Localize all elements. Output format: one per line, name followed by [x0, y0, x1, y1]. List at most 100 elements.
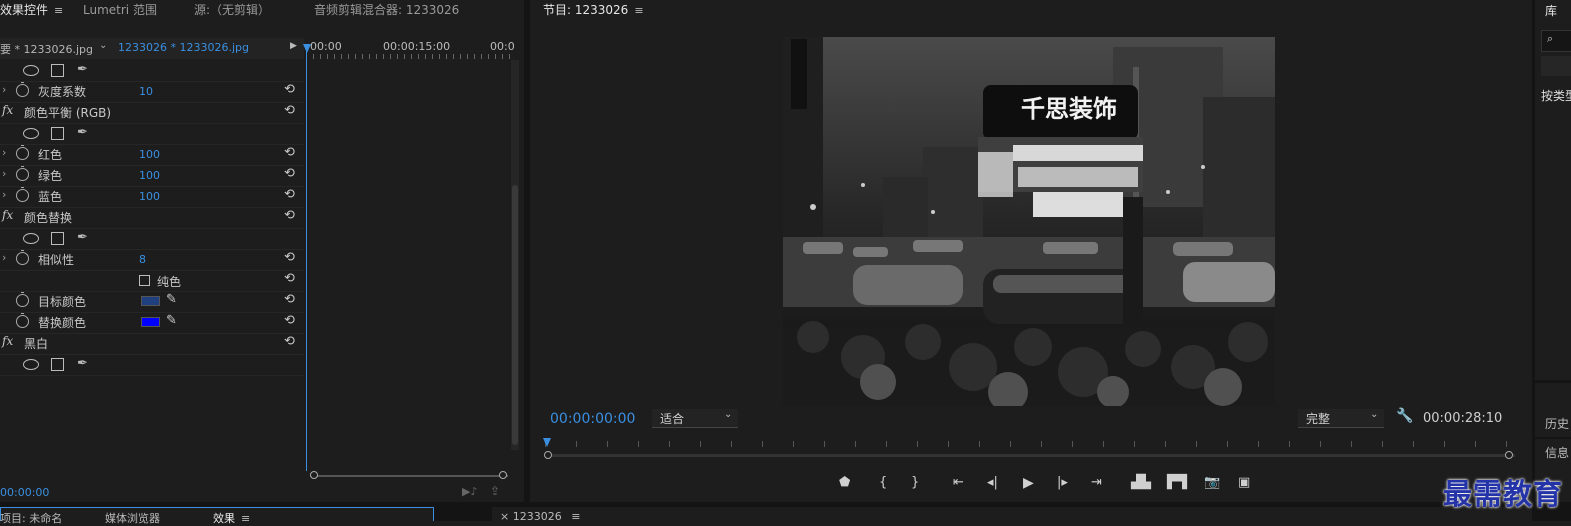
rectangle-mask-icon[interactable]	[51, 127, 64, 140]
stopwatch-icon[interactable]	[16, 145, 29, 160]
ellipse-mask-icon[interactable]	[23, 65, 39, 76]
gray-coefficient-value[interactable]: 10	[139, 85, 153, 98]
chevron-right-icon[interactable]: ›	[2, 188, 12, 201]
stopwatch-icon[interactable]	[16, 313, 29, 328]
search-field[interactable]: ⌕	[1541, 30, 1571, 52]
fx-icon[interactable]: fx	[2, 103, 13, 117]
video-frame[interactable]: 千思装饰	[783, 37, 1275, 406]
stopwatch-icon[interactable]	[16, 82, 29, 97]
playhead-timecode[interactable]: 00:00:00:00	[550, 411, 635, 427]
chevron-right-icon[interactable]: ›	[2, 146, 12, 159]
chevron-right-icon[interactable]: ›	[2, 167, 12, 180]
tab-effects[interactable]: 效果 ≡	[213, 510, 250, 526]
rectangle-mask-icon[interactable]	[51, 232, 64, 245]
add-marker-icon[interactable]: ⬟	[839, 474, 850, 492]
extract-icon[interactable]: ▛▜	[1167, 474, 1187, 492]
tab-audio-clip-mixer[interactable]: 音频剪辑混合器: 1233026	[314, 0, 459, 22]
tab-media-browser[interactable]: 媒体浏览器	[105, 510, 160, 526]
playhead[interactable]	[306, 44, 307, 471]
horizontal-zoom-scrollbar[interactable]	[310, 471, 508, 481]
stopwatch-icon[interactable]	[16, 187, 29, 202]
chevron-right-icon[interactable]: ›	[2, 251, 12, 264]
solid-color-checkbox[interactable]	[139, 275, 150, 286]
rectangle-mask-icon[interactable]	[51, 358, 64, 371]
stopwatch-icon[interactable]	[16, 292, 29, 307]
reset-icon[interactable]: ⟲	[284, 208, 295, 223]
reset-icon[interactable]: ⟲	[284, 103, 295, 118]
master-clip-name[interactable]: 要 * 1233026.jpg	[0, 41, 93, 57]
reset-icon[interactable]: ⟲	[284, 145, 295, 160]
fit-dropdown[interactable]: 适合 ⌄	[652, 409, 738, 428]
ellipse-mask-icon[interactable]	[23, 233, 39, 244]
tab-project[interactable]: 项目: 未命名	[0, 510, 62, 526]
play-triangle-icon[interactable]: ▶	[290, 41, 297, 51]
tab-lumetri-scopes[interactable]: Lumetri 范围	[83, 0, 157, 22]
ellipse-mask-icon[interactable]	[23, 128, 39, 139]
reset-icon[interactable]: ⟲	[284, 187, 295, 202]
mini-timeline-ruler[interactable]: 00:00 00:00:15:00 00:0	[306, 38, 515, 60]
reset-icon[interactable]: ⟲	[284, 334, 295, 349]
play-icon[interactable]: ▶	[1023, 474, 1034, 492]
similarity-value[interactable]: 8	[139, 253, 146, 266]
panel-menu-icon[interactable]: ≡	[241, 512, 250, 525]
timecode-display[interactable]: 00:00:00	[0, 486, 49, 499]
eyedropper-icon[interactable]: ✎	[166, 292, 177, 307]
red-value[interactable]: 100	[139, 148, 160, 161]
effect-black-white[interactable]: fx 黑白 ⟲	[0, 333, 304, 355]
timeline-tab[interactable]: × 1233026 ≡	[500, 510, 580, 523]
stopwatch-icon[interactable]	[16, 166, 29, 181]
stopwatch-icon[interactable]	[16, 250, 29, 265]
panel-menu-icon[interactable]: ≡	[54, 1, 63, 21]
scrub-playhead[interactable]	[543, 438, 551, 447]
mark-out-icon[interactable]: }	[911, 474, 919, 492]
target-color-swatch[interactable]	[141, 296, 160, 306]
eyedropper-icon[interactable]: ✎	[166, 313, 177, 328]
fx-icon[interactable]: fx	[2, 208, 13, 222]
quality-dropdown[interactable]: 完整 ⌄	[1298, 409, 1384, 428]
wrench-settings-icon[interactable]: 🔧	[1396, 408, 1413, 424]
rectangle-mask-icon[interactable]	[51, 64, 64, 77]
panel-menu-icon[interactable]: ≡	[634, 1, 643, 21]
pen-mask-icon[interactable]: ✒	[77, 356, 88, 371]
lift-icon[interactable]: ▟▙	[1131, 474, 1151, 492]
go-to-out-icon[interactable]: ⇥	[1091, 474, 1102, 492]
play-audio-icon[interactable]: ▶♪	[462, 485, 477, 498]
reset-icon[interactable]: ⟲	[284, 82, 295, 97]
chevron-right-icon[interactable]: ›	[2, 83, 12, 96]
reset-icon[interactable]: ⟲	[284, 292, 295, 307]
reset-icon[interactable]: ⟲	[284, 313, 295, 328]
effect-color-replace[interactable]: fx 颜色替换 ⟲	[0, 207, 304, 229]
program-title[interactable]: 节目: 1233026 ≡	[543, 0, 644, 22]
reset-icon[interactable]: ⟲	[284, 250, 295, 265]
replace-color-swatch[interactable]	[141, 317, 160, 327]
green-value[interactable]: 100	[139, 169, 160, 182]
tab-source[interactable]: 源:（无剪辑）	[194, 0, 270, 22]
mark-in-icon[interactable]: {	[879, 474, 887, 492]
step-forward-icon[interactable]: |▸	[1057, 474, 1068, 492]
effect-color-balance[interactable]: fx 颜色平衡 (RGB) ⟲	[0, 102, 304, 124]
reset-icon[interactable]: ⟲	[284, 271, 295, 286]
chevron-down-icon: ⌄	[1370, 409, 1379, 420]
blue-value[interactable]: 100	[139, 190, 160, 203]
library-title[interactable]: 库	[1545, 2, 1557, 19]
export-frame-camera-icon[interactable]: 📷	[1204, 474, 1220, 492]
vertical-scrollbar[interactable]	[511, 60, 519, 450]
comparison-view-icon[interactable]: ▣	[1238, 474, 1250, 492]
ellipse-mask-icon[interactable]	[23, 359, 39, 370]
fx-icon[interactable]: fx	[2, 334, 13, 348]
go-to-in-icon[interactable]: ⇤	[953, 474, 964, 492]
export-icon[interactable]: ⇪	[490, 484, 500, 498]
playhead-marker[interactable]	[303, 44, 311, 53]
step-back-icon[interactable]: ◂|	[987, 474, 998, 492]
tab-effect-controls[interactable]: 效果控件 ≡	[0, 0, 63, 22]
chevron-down-icon[interactable]: ⌄	[99, 40, 107, 51]
tab-info[interactable]: 信息	[1545, 444, 1569, 461]
tab-history[interactable]: 历史	[1545, 415, 1569, 432]
pen-mask-icon[interactable]: ✒	[77, 125, 88, 140]
reset-icon[interactable]: ⟲	[284, 166, 295, 181]
pen-mask-icon[interactable]: ✒	[77, 230, 88, 245]
watermark-logo: 最需教育	[1443, 477, 1564, 511]
pen-mask-icon[interactable]: ✒	[77, 62, 88, 77]
sequence-clip-name[interactable]: 1233026 * 1233026.jpg	[118, 41, 249, 54]
program-scrub-bar[interactable]	[543, 438, 1515, 462]
